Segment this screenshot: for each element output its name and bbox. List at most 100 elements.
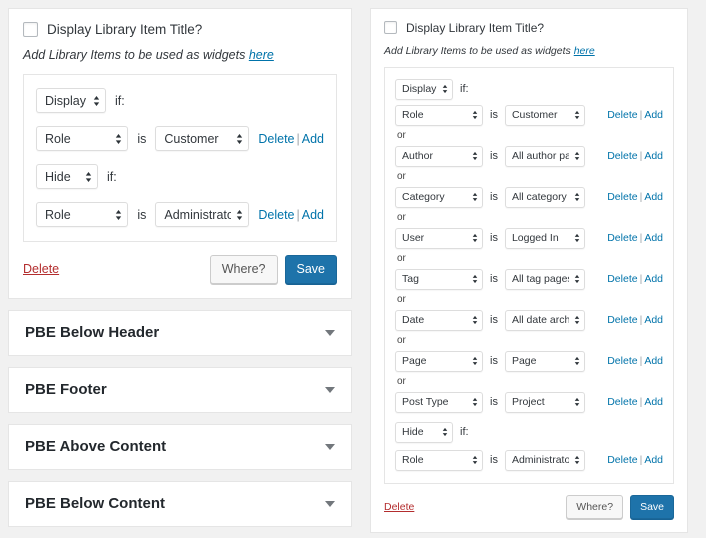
rule-add-link[interactable]: Add	[644, 273, 663, 285]
rule-add-link[interactable]: Add	[644, 109, 663, 121]
select-mode-hide[interactable]: Hide	[36, 164, 98, 189]
accordion-pbe-below-header[interactable]: PBE Below Header	[8, 309, 352, 356]
rule-if-label: if:	[115, 93, 125, 108]
select-updown-arrows-icon	[237, 209, 243, 220]
widget-card-right-body: Display Library Item Title? Add Library …	[371, 9, 687, 532]
rule-add-link[interactable]: Add	[644, 191, 663, 203]
rule-delete-link[interactable]: Delete	[607, 232, 637, 244]
select-condition-type[interactable]: Role	[36, 202, 129, 227]
rule-operator-label: is	[490, 396, 498, 409]
select-mode-hide[interactable]: Hide	[395, 421, 453, 443]
accordion-title: PBE Below Content	[25, 495, 166, 512]
rule-add-link[interactable]: Add	[644, 232, 663, 244]
select-updown-arrows-icon	[237, 133, 243, 144]
select-condition-value[interactable]: Customer	[155, 126, 250, 151]
library-items-hint-text-left: Add Library Items to be used as widgets	[23, 48, 249, 62]
select-updown-arrows-icon	[574, 233, 580, 243]
rule-delete-link[interactable]: Delete	[607, 314, 637, 326]
select-updown-arrows-icon	[574, 455, 580, 465]
select-condition-value[interactable]: Logged In	[504, 227, 585, 249]
select-condition-type[interactable]: Page	[395, 350, 483, 372]
rule-add-link[interactable]: Add	[644, 150, 663, 162]
chevron-down-icon[interactable]	[325, 386, 335, 393]
display-title-checkbox-row-left[interactable]: Display Library Item Title?	[23, 22, 337, 37]
select-updown-arrows-icon	[574, 274, 580, 284]
widget-delete-link[interactable]: Delete	[23, 262, 59, 276]
rule-delete-link[interactable]: Delete	[607, 191, 637, 203]
select-condition-type-value: Author	[402, 150, 433, 163]
accordion-pbe-above-content[interactable]: PBE Above Content	[8, 423, 352, 470]
rule-actions: Delete | Add	[607, 454, 663, 466]
select-condition-type[interactable]: Role	[395, 449, 483, 471]
rule-delete-link[interactable]: Delete	[607, 396, 637, 408]
select-mode-display[interactable]: Display	[36, 88, 106, 113]
rule-delete-link[interactable]: Delete	[258, 208, 294, 222]
select-condition-type[interactable]: Role	[395, 104, 483, 126]
rule-add-link[interactable]: Add	[644, 454, 663, 466]
select-condition-value[interactable]: Administrator	[504, 449, 585, 471]
select-condition-value[interactable]: All date archives	[504, 309, 585, 331]
select-updown-arrows-icon	[574, 110, 580, 120]
rule-add-link[interactable]: Add	[302, 208, 324, 222]
rule-condition-row: Tag is All tag pages Delete | Add	[395, 268, 663, 290]
rule-actions: Delete | Add	[607, 232, 663, 244]
select-updown-arrows-icon	[116, 133, 122, 144]
rule-delete-link[interactable]: Delete	[607, 273, 637, 285]
save-button[interactable]: Save	[284, 255, 337, 284]
library-items-here-link-left[interactable]: here	[249, 48, 274, 62]
rule-add-link[interactable]: Add	[302, 132, 324, 146]
rule-delete-link[interactable]: Delete	[607, 109, 637, 121]
accordion-pbe-footer[interactable]: PBE Footer	[8, 366, 352, 413]
rule-separator-or: or	[397, 129, 406, 141]
select-updown-arrows-icon	[93, 95, 100, 106]
library-items-here-link-right[interactable]: here	[574, 45, 595, 57]
chevron-down-icon[interactable]	[325, 500, 335, 507]
select-condition-value[interactable]: Customer	[504, 104, 585, 126]
select-condition-value[interactable]: All author pages	[504, 145, 585, 167]
widget-delete-link[interactable]: Delete	[384, 501, 414, 513]
rule-actions-separator: |	[296, 131, 300, 146]
save-button[interactable]: Save	[630, 494, 674, 520]
rule-separator-or: or	[397, 211, 406, 223]
select-condition-type-value: Tag	[402, 273, 419, 286]
rule-actions: Delete | Add	[607, 109, 663, 121]
rule-add-link[interactable]: Add	[644, 396, 663, 408]
select-condition-type[interactable]: User	[395, 227, 483, 249]
page-root: Display Library Item Title? Add Library …	[0, 0, 706, 538]
rule-condition-row: Category is All category pages Delete|Ad…	[395, 186, 663, 208]
rule-delete-link[interactable]: Delete	[607, 150, 637, 162]
widget-card-left: Display Library Item Title? Add Library …	[8, 8, 352, 299]
select-condition-type[interactable]: Category	[395, 186, 483, 208]
accordion-pbe-below-content[interactable]: PBE Below Content	[8, 480, 352, 527]
rule-add-link[interactable]: Add	[644, 355, 663, 367]
select-condition-value[interactable]: Administrator	[155, 202, 250, 227]
select-updown-arrows-icon	[574, 192, 580, 202]
display-title-checkbox-row-right[interactable]: Display Library Item Title?	[384, 21, 674, 34]
rule-add-link[interactable]: Add	[644, 314, 663, 326]
select-condition-value-text: Administrator	[511, 454, 569, 467]
rule-delete-link[interactable]: Delete	[258, 132, 294, 146]
select-condition-type[interactable]: Date	[395, 309, 483, 331]
chevron-down-icon[interactable]	[325, 329, 335, 336]
rule-condition-row: Date is All date archives Delete|Add	[395, 309, 663, 331]
select-condition-type[interactable]: Role	[36, 126, 129, 151]
select-condition-value-text: Administrator	[164, 207, 232, 222]
rule-delete-link[interactable]: Delete	[607, 355, 637, 367]
where-button[interactable]: Where?	[566, 494, 624, 520]
select-condition-type[interactable]: Tag	[395, 268, 483, 290]
select-condition-value[interactable]: Page	[504, 350, 585, 372]
select-condition-value[interactable]: Project	[504, 391, 585, 413]
select-condition-type[interactable]: Author	[395, 145, 483, 167]
select-condition-type-value: Category	[402, 191, 445, 204]
checkbox-display-library-item-title[interactable]	[384, 21, 397, 34]
chevron-down-icon[interactable]	[325, 443, 335, 450]
rule-delete-link[interactable]: Delete	[607, 454, 637, 466]
widget-footer-right: Delete Where? Save	[384, 494, 674, 520]
select-condition-value[interactable]: All tag pages	[504, 268, 585, 290]
select-mode-display[interactable]: Display	[395, 78, 453, 100]
checkbox-display-library-item-title[interactable]	[23, 22, 38, 37]
select-condition-value[interactable]: All category pages	[504, 186, 585, 208]
rule-separator-or: or	[397, 334, 406, 346]
where-button[interactable]: Where?	[209, 255, 278, 284]
select-condition-type[interactable]: Post Type	[395, 391, 483, 413]
